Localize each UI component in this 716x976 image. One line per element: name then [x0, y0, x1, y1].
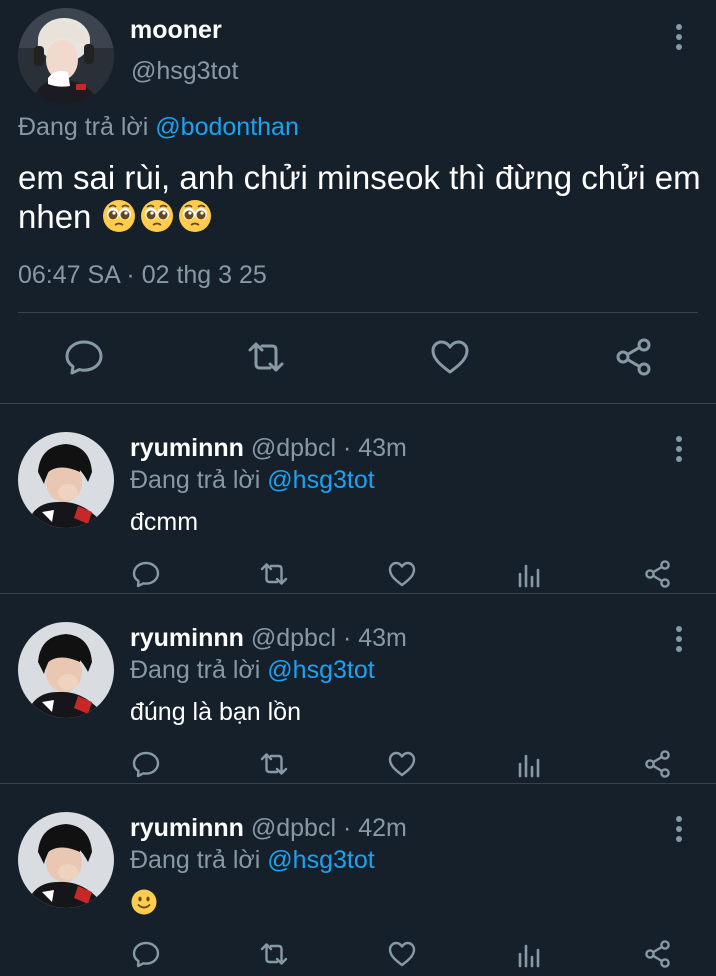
replying-to: Đang trả lời @hsg3tot [130, 466, 375, 495]
share-icon[interactable] [612, 335, 656, 379]
reply-actions [0, 748, 716, 780]
avatar[interactable] [18, 432, 114, 528]
pleading-face-emoji [101, 198, 137, 234]
analytics-icon[interactable] [514, 748, 546, 780]
divider [18, 312, 698, 313]
avatar[interactable] [18, 622, 114, 718]
like-icon[interactable] [428, 335, 472, 379]
reply-actions [0, 938, 716, 970]
like-icon[interactable] [386, 938, 418, 970]
reply-text: đcmm [130, 508, 199, 536]
display-name[interactable]: ryuminnn [130, 434, 244, 462]
mention-link[interactable]: @hsg3tot [267, 466, 374, 494]
tweet-thread: mooner @hsg3tot Đang trả lời @bodonthan … [0, 0, 716, 976]
display-name[interactable]: mooner [130, 16, 222, 45]
mention-link[interactable]: @hsg3tot [267, 846, 374, 874]
handle[interactable]: @hsg3tot [131, 57, 238, 86]
reply-text [130, 888, 158, 918]
main-tweet: mooner @hsg3tot Đang trả lời @bodonthan … [0, 0, 716, 404]
reply-icon[interactable] [130, 938, 162, 970]
share-icon[interactable] [642, 748, 674, 780]
handle-and-time: @dpbcl · 43m [250, 624, 407, 652]
tweet-timestamp[interactable]: 06:47 SA · 02 thg 3 25 [18, 261, 267, 290]
retweet-icon[interactable] [258, 938, 290, 970]
reply-text: đúng là bạn lồn [130, 698, 301, 726]
more-options-icon[interactable] [668, 434, 690, 464]
like-icon[interactable] [386, 748, 418, 780]
handle-and-time: @dpbcl · 43m [250, 434, 407, 462]
replying-prefix: Đang trả lời [130, 846, 261, 874]
tweet-text: em sai rùi, anh chửi minseok thì đừng ch… [18, 158, 708, 236]
pleading-face-emoji [139, 198, 175, 234]
retweet-icon[interactable] [244, 335, 288, 379]
analytics-icon[interactable] [514, 938, 546, 970]
reply-icon[interactable] [62, 335, 106, 379]
reply-header: ryuminnn @dpbcl · 43m [130, 434, 407, 463]
retweet-icon[interactable] [258, 748, 290, 780]
tweet-actions [0, 335, 716, 383]
replying-to: Đang trả lời @bodonthan [18, 113, 299, 142]
more-options-icon[interactable] [668, 22, 690, 52]
avatar[interactable] [18, 812, 114, 908]
mention-link[interactable]: @bodonthan [155, 113, 299, 141]
reply-tweet[interactable]: ryuminnn @dpbcl · 42m Đang trả lời @hsg3… [0, 784, 716, 974]
more-options-icon[interactable] [668, 814, 690, 844]
avatar[interactable] [18, 8, 114, 104]
reply-icon[interactable] [130, 558, 162, 590]
replying-prefix: Đang trả lời [130, 466, 261, 494]
mention-link[interactable]: @hsg3tot [267, 656, 374, 684]
share-icon[interactable] [642, 558, 674, 590]
analytics-icon[interactable] [514, 558, 546, 590]
replying-to: Đang trả lời @hsg3tot [130, 656, 375, 685]
reply-header: ryuminnn @dpbcl · 42m [130, 814, 407, 843]
like-icon[interactable] [386, 558, 418, 590]
slightly-smiling-face-emoji [130, 888, 158, 916]
more-options-icon[interactable] [668, 624, 690, 654]
display-name[interactable]: ryuminnn [130, 814, 244, 842]
reply-icon[interactable] [130, 748, 162, 780]
reply-tweet[interactable]: ryuminnn @dpbcl · 43m Đang trả lời @hsg3… [0, 594, 716, 784]
pleading-face-emoji [177, 198, 213, 234]
reply-actions [0, 558, 716, 590]
replying-prefix: Đang trả lời [18, 113, 149, 141]
replying-to: Đang trả lời @hsg3tot [130, 846, 375, 875]
share-icon[interactable] [642, 938, 674, 970]
replying-prefix: Đang trả lời [130, 656, 261, 684]
reply-header: ryuminnn @dpbcl · 43m [130, 624, 407, 653]
reply-tweet[interactable]: ryuminnn @dpbcl · 43m Đang trả lời @hsg3… [0, 404, 716, 594]
handle-and-time: @dpbcl · 42m [250, 814, 407, 842]
display-name[interactable]: ryuminnn [130, 624, 244, 652]
retweet-icon[interactable] [258, 558, 290, 590]
